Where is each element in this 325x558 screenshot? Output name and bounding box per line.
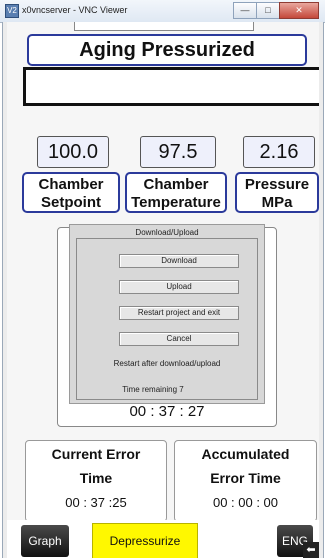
chamber-temperature-label: Chamber Temperature (125, 172, 227, 213)
hmi-screen: Aging Pressurized 100.0 97.5 2.16 Chambe… (7, 22, 319, 558)
minimize-button[interactable]: — (233, 2, 257, 19)
label-line: Chamber (143, 176, 209, 193)
accumulated-error-title: Accumulated (201, 446, 290, 462)
status-title: Aging Pressurized (27, 34, 307, 66)
download-button[interactable]: Download (119, 254, 239, 268)
current-error-value: 00 : 37 :25 (65, 495, 127, 510)
graph-button[interactable]: Graph (21, 525, 69, 557)
label-line: Pressure (244, 176, 310, 193)
dialog-title: Download/Upload (135, 228, 199, 237)
current-error-title: Current Error (51, 446, 141, 462)
label-line: Setpoint (41, 194, 101, 211)
current-error-subtitle: Time (79, 470, 113, 486)
restart-note: Restart after download/upload (113, 359, 221, 368)
message-box (23, 67, 319, 106)
chamber-setpoint-label: Chamber Setpoint (22, 172, 120, 213)
restart-exit-button[interactable]: Restart project and exit (119, 306, 239, 320)
upload-button[interactable]: Upload (119, 280, 239, 294)
window-title: x0vncserver - VNC Viewer (22, 5, 128, 15)
window-controls: — □ ✕ (233, 2, 319, 19)
download-upload-dialog: Download/Upload Download Upload Restart … (69, 224, 265, 404)
dialog-panel: Download Upload Restart project and exit… (76, 238, 258, 400)
label-line: Chamber (38, 176, 104, 193)
accumulated-error-subtitle: Error Time (210, 470, 281, 486)
label-line: Temperature (131, 194, 221, 211)
pressure-label: Pressure MPa (235, 172, 319, 213)
time-remaining: Time remaining 7 (122, 385, 184, 394)
top-strip (74, 22, 254, 31)
chamber-temperature-value: 97.5 (140, 136, 216, 168)
label-line: MPa (261, 194, 293, 211)
close-button[interactable]: ✕ (279, 2, 319, 19)
maximize-button[interactable]: □ (256, 2, 280, 19)
pressure-value: 2.16 (243, 136, 315, 168)
timer-value: 00 : 37 : 27 (129, 403, 205, 420)
vnc-logo-icon: V2 (5, 4, 19, 18)
viewer-frame: Aging Pressurized 100.0 97.5 2.16 Chambe… (2, 22, 324, 558)
current-error-panel: Current Error Time 00 : 37 :25 (25, 440, 167, 522)
bottom-bar: Graph Depressurize ENG (7, 520, 319, 558)
chamber-setpoint-value[interactable]: 100.0 (37, 136, 109, 168)
depressurize-button[interactable]: Depressurize (92, 523, 198, 558)
accumulated-error-panel: Accumulated Error Time 00 : 00 : 00 (174, 440, 317, 522)
window-titlebar: V2 x0vncserver - VNC Viewer — □ ✕ (0, 0, 325, 23)
accumulated-error-value: 00 : 00 : 00 (212, 495, 279, 510)
back-arrow-icon[interactable]: ⬅ (303, 542, 319, 558)
cancel-button[interactable]: Cancel (119, 332, 239, 346)
